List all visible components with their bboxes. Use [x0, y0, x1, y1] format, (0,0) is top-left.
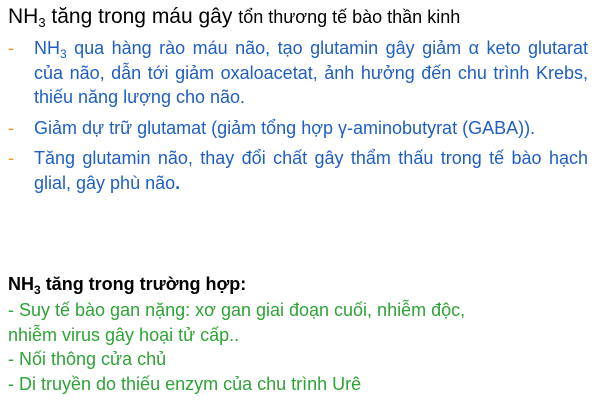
effect-text-3: Tăng glutamin não, thay đổi chất gây thẩ…	[34, 146, 588, 195]
cases-heading-rest: tăng trong trường hợp:	[40, 274, 247, 294]
effect-text-1: NH3 qua hàng rào máu não, tạo glutamin g…	[34, 36, 588, 110]
title-subscript: 3	[38, 15, 46, 30]
case-line-2: nhiễm virus gây hoại tử cấp..	[8, 324, 240, 345]
cases-list: - Suy tế bào gan nặng: xơ gan giai đoạn …	[8, 298, 588, 396]
title-nh: NH	[8, 5, 39, 28]
effect-nh: NH	[34, 38, 60, 58]
slide-title: NH3 tăng trong máu gây tổn thương tế bào…	[8, 4, 460, 30]
effect-dash-3: -	[8, 148, 14, 168]
effect-body-1: qua hàng rào máu não, tạo glutamin gây g…	[34, 38, 588, 107]
effects-list: - NH3 qua hàng rào máu não, tạo glutamin…	[8, 36, 588, 201]
effect-text-2: Giảm dự trữ glutamat (giảm tổng hợp γ-am…	[34, 117, 536, 138]
case-line-4: - Di truyền do thiếu enzym của chu trình…	[8, 373, 362, 394]
effect-item-1: - NH3 qua hàng rào máu não, tạo glutamin…	[8, 36, 588, 110]
effect-end-3: .	[175, 172, 181, 193]
case-line-1: - Suy tế bào gan nặng: xơ gan giai đoạn …	[8, 300, 466, 320]
case-line-3: - Nối thông cửa chủ	[8, 349, 167, 369]
cases-heading-subscript: 3	[34, 283, 41, 297]
cases-heading-nh: NH	[8, 274, 34, 294]
effect-dash-2: -	[8, 117, 14, 138]
effect-dash-1: -	[8, 38, 14, 58]
cases-heading: NH3 tăng trong trường hợp:	[8, 272, 246, 296]
effect-subscript: 3	[60, 47, 67, 61]
effect-item-3: - Tăng glutamin não, thay đổi chất gây t…	[8, 146, 588, 195]
title-main: tăng trong máu gây	[45, 5, 239, 28]
effect-item-2: - Giảm dự trữ glutamat (giảm tổng hợp γ-…	[8, 116, 588, 141]
title-rest: tổn thương tế bào thần kinh	[238, 7, 461, 27]
effect-body-3: Tăng glutamin não, thay đổi chất gây thẩ…	[34, 148, 588, 193]
